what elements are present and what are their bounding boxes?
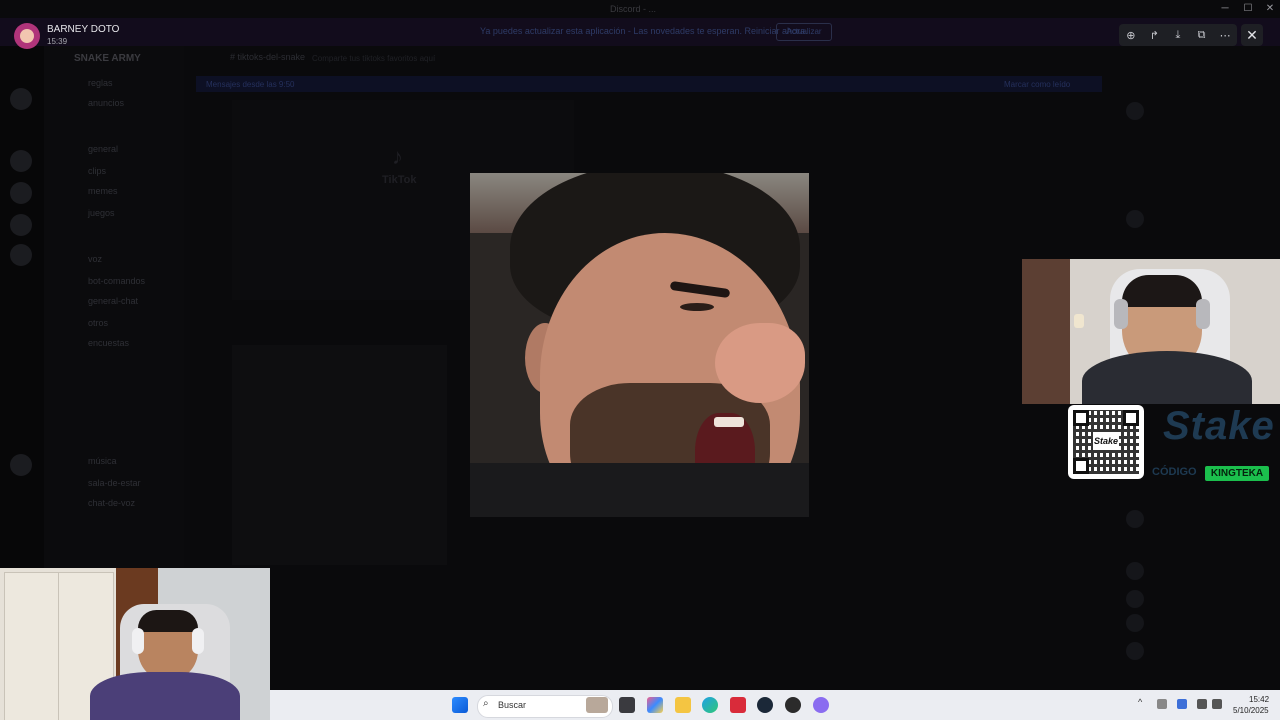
webcam-hair bbox=[1122, 275, 1202, 307]
image-eye bbox=[680, 303, 714, 311]
obs-icon[interactable] bbox=[785, 697, 801, 713]
image-viewer-toolbar: ⊕ ↱ ⤓ ⧉ ⋯ bbox=[1119, 24, 1237, 46]
channel-item[interactable]: juegos bbox=[88, 208, 115, 218]
qr-finder bbox=[1073, 458, 1089, 474]
search-highlight-icon bbox=[586, 697, 608, 713]
channel-item[interactable]: voz bbox=[88, 254, 102, 264]
uploader-avatar[interactable] bbox=[14, 23, 40, 49]
attachment-preview[interactable] bbox=[232, 345, 447, 565]
new-messages-strip[interactable] bbox=[196, 76, 1102, 92]
server-icon[interactable] bbox=[10, 214, 32, 236]
mark-read-link[interactable]: Marcar como leído bbox=[1004, 80, 1070, 89]
task-view-icon[interactable] bbox=[619, 697, 635, 713]
member-avatar[interactable] bbox=[1126, 510, 1144, 528]
member-avatar[interactable] bbox=[1126, 590, 1144, 608]
image-teeth bbox=[714, 417, 744, 427]
qr-finder bbox=[1073, 410, 1089, 426]
channel-item[interactable]: bot-comandos bbox=[88, 276, 145, 286]
webcam-overlay-left bbox=[0, 568, 270, 720]
webcam-body bbox=[1082, 351, 1252, 404]
headphone-icon bbox=[132, 628, 144, 654]
server-icon[interactable] bbox=[10, 88, 32, 110]
channel-item[interactable]: general-chat bbox=[88, 296, 138, 306]
channel-item[interactable]: memes bbox=[88, 186, 118, 196]
download-icon[interactable]: ⤓ bbox=[1169, 26, 1187, 44]
new-messages-text: Mensajes desde las 9:50 bbox=[206, 80, 295, 89]
upload-time: 15:39 bbox=[47, 37, 68, 46]
more-icon[interactable]: ⋯ bbox=[1216, 26, 1234, 44]
tiktok-icon: ♪ bbox=[392, 144, 403, 169]
member-avatar[interactable] bbox=[1126, 614, 1144, 632]
start-icon[interactable] bbox=[452, 697, 468, 713]
qr-finder bbox=[1123, 410, 1139, 426]
promo-code-label: CÓDIGO bbox=[1152, 466, 1197, 478]
channel-item[interactable]: reglas bbox=[88, 78, 113, 88]
qr-logo: Stake bbox=[1093, 432, 1119, 450]
search-icon: ⌕ bbox=[483, 698, 489, 709]
image-shirt bbox=[470, 463, 809, 517]
taskbar bbox=[270, 690, 1280, 720]
open-external-icon[interactable]: ⧉ bbox=[1193, 26, 1211, 44]
channel-item[interactable]: otros bbox=[88, 318, 108, 328]
webcam-overlay-right bbox=[1022, 259, 1280, 404]
search-placeholder[interactable]: Buscar bbox=[498, 700, 526, 710]
window-title: Discord - ... bbox=[610, 4, 657, 14]
folder-icon[interactable] bbox=[675, 697, 691, 713]
copilot-icon[interactable] bbox=[647, 697, 663, 713]
zoom-icon[interactable]: ⊕ bbox=[1122, 26, 1140, 44]
headphone-icon bbox=[1114, 299, 1128, 329]
steam-icon[interactable] bbox=[757, 697, 773, 713]
server-icon[interactable] bbox=[10, 244, 32, 266]
stake-logo: Stake bbox=[1163, 404, 1275, 448]
minimize-button[interactable]: ─ bbox=[1218, 3, 1232, 14]
close-viewer-button[interactable]: ✕ bbox=[1241, 24, 1263, 46]
forward-icon[interactable]: ↱ bbox=[1145, 26, 1163, 44]
clock-date[interactable]: 5/10/2025 bbox=[1233, 706, 1269, 715]
edge-icon[interactable] bbox=[702, 697, 718, 713]
tray-app-icon[interactable] bbox=[1157, 699, 1167, 709]
channel-item[interactable]: sala-de-estar bbox=[88, 478, 141, 488]
webcam-body bbox=[90, 672, 240, 720]
webcam-wardrobe-seam bbox=[58, 572, 59, 720]
server-icon[interactable] bbox=[10, 150, 32, 172]
update-banner-button[interactable]: Actualizar bbox=[776, 23, 832, 41]
volume-icon[interactable] bbox=[1212, 699, 1222, 709]
discord-icon[interactable] bbox=[813, 697, 829, 713]
channel-item[interactable]: encuestas bbox=[88, 338, 129, 348]
tiktok-label: TikTok bbox=[382, 174, 417, 186]
update-banner-text: Ya puedes actualizar esta aplicación - L… bbox=[480, 26, 808, 36]
member-avatar[interactable] bbox=[1126, 102, 1144, 120]
microphone-icon[interactable] bbox=[1177, 699, 1187, 709]
headphone-icon bbox=[1196, 299, 1210, 329]
member-avatar[interactable] bbox=[1126, 642, 1144, 660]
member-avatar[interactable] bbox=[1126, 562, 1144, 580]
channel-item[interactable]: chat-de-voz bbox=[88, 498, 135, 508]
uploader-name[interactable]: BARNEY DOTO bbox=[47, 24, 119, 35]
promo-code-badge: KINGTEKA bbox=[1205, 466, 1269, 481]
clock-time[interactable]: 15:42 bbox=[1249, 695, 1269, 704]
member-avatar[interactable] bbox=[1126, 210, 1144, 228]
server-icon[interactable] bbox=[10, 182, 32, 204]
image-nose bbox=[715, 323, 805, 403]
channel-item[interactable]: clips bbox=[88, 166, 106, 176]
webcam-curtain bbox=[1022, 259, 1070, 404]
webcam-lamp bbox=[1074, 314, 1084, 328]
channel-item[interactable]: general bbox=[88, 144, 118, 154]
server-name[interactable]: SNAKE ARMY bbox=[74, 53, 141, 64]
window-close-button[interactable]: ✕ bbox=[1263, 3, 1277, 14]
tray-overflow-icon[interactable]: ^ bbox=[1138, 697, 1142, 707]
server-icon[interactable] bbox=[10, 454, 32, 476]
network-icon[interactable] bbox=[1197, 699, 1207, 709]
channel-item[interactable]: música bbox=[88, 456, 117, 466]
chat-header-topic: Comparte tus tiktoks favoritos aquí bbox=[312, 54, 436, 63]
webcam-hair bbox=[138, 610, 198, 632]
headphone-icon bbox=[192, 628, 204, 654]
channel-item[interactable]: anuncios bbox=[88, 98, 124, 108]
expanded-image[interactable] bbox=[470, 173, 809, 517]
office-icon[interactable] bbox=[730, 697, 746, 713]
chat-header: # tiktoks-del-snake bbox=[230, 52, 306, 62]
maximize-button[interactable]: ☐ bbox=[1241, 3, 1255, 14]
